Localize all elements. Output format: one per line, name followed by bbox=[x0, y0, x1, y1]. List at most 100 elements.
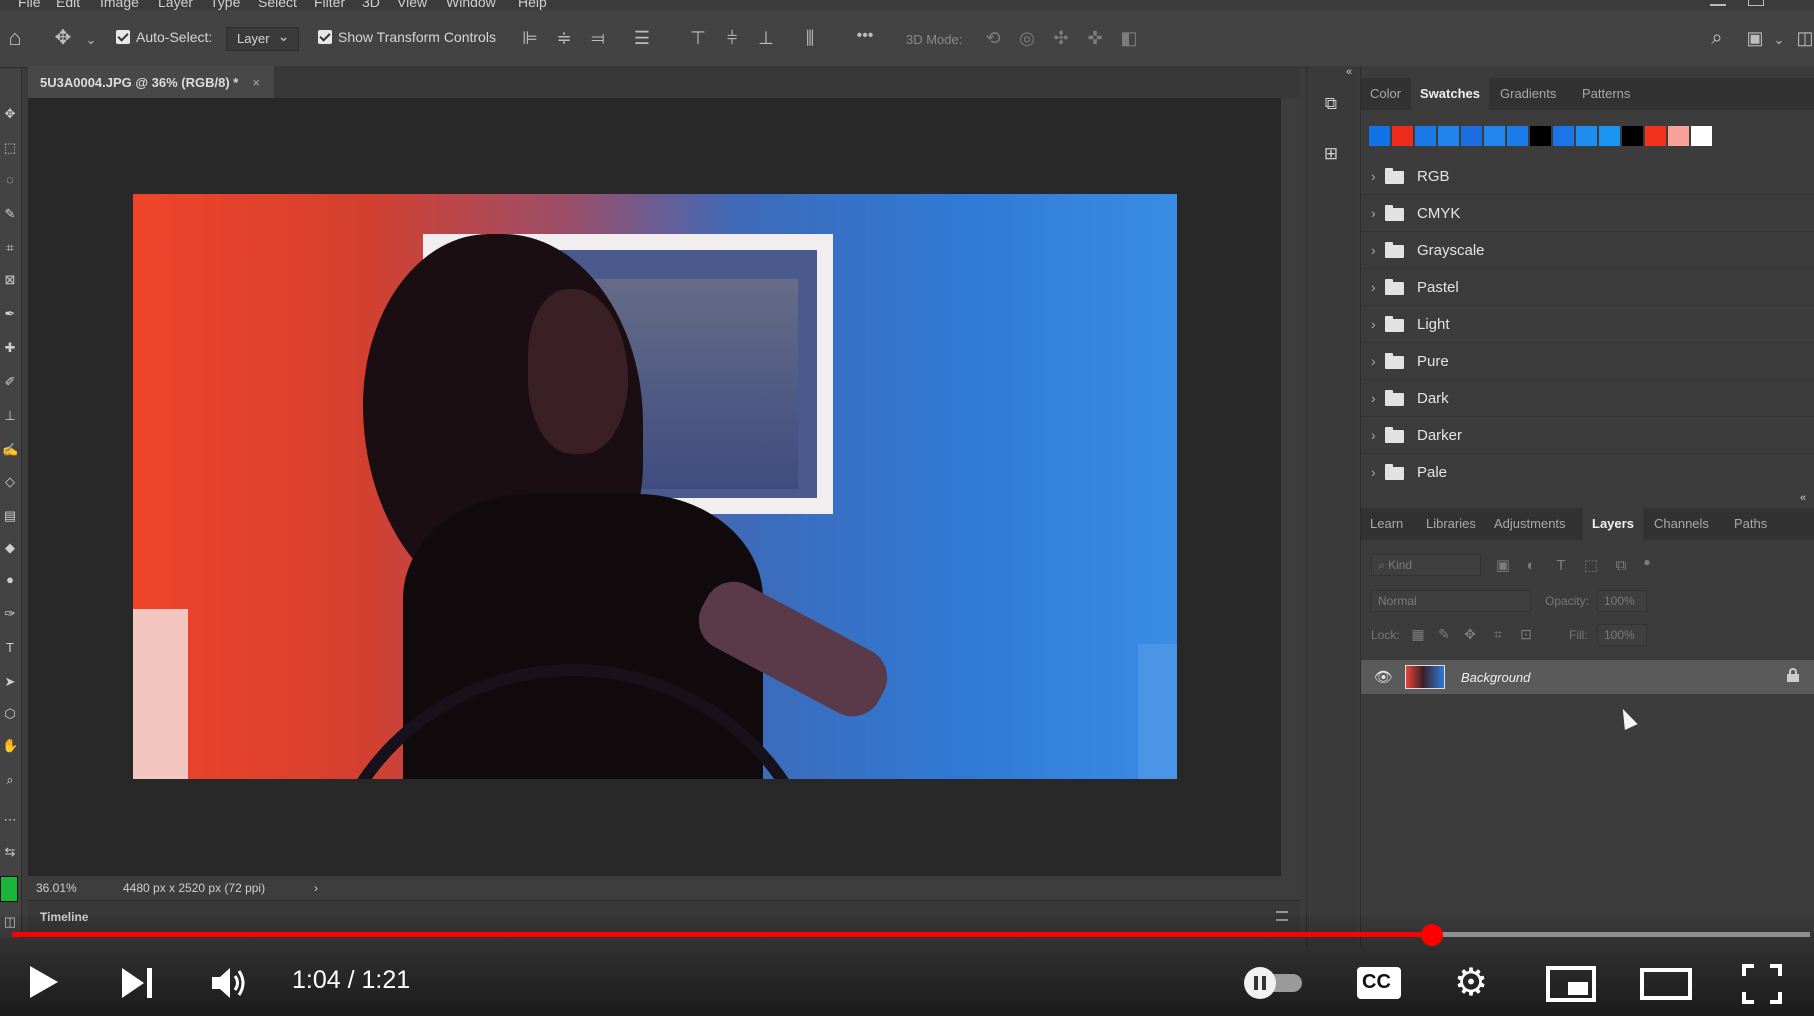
filter-toggle-icon[interactable]: ● bbox=[1637, 552, 1657, 572]
type-tool-icon[interactable]: T bbox=[2, 640, 18, 656]
move-tool-icon[interactable]: ✥ bbox=[2, 106, 18, 122]
fullscreen-icon[interactable] bbox=[1742, 964, 1782, 1004]
crop-tool-icon[interactable]: ⌗ bbox=[2, 240, 18, 256]
chevron-right-icon[interactable]: › bbox=[1371, 464, 1376, 480]
tab-color[interactable]: Color bbox=[1361, 78, 1410, 110]
properties-panel-icon[interactable]: ⊞ bbox=[1319, 142, 1343, 166]
lock-artboard-icon[interactable]: ⌗ bbox=[1489, 624, 1507, 644]
smart-object-filter-icon[interactable]: ⧉ bbox=[1611, 556, 1631, 576]
minimize-icon[interactable] bbox=[1710, 0, 1726, 6]
show-transform-checkbox[interactable]: Show Transform Controls bbox=[318, 22, 496, 52]
lock-all-icon[interactable]: ⊡ bbox=[1517, 624, 1535, 644]
collapse-chevron-icon[interactable]: « bbox=[1791, 486, 1814, 510]
close-icon[interactable]: × bbox=[252, 75, 260, 90]
align-middle-icon[interactable]: ⫩ bbox=[722, 28, 742, 48]
move-tool-icon[interactable]: ✥ bbox=[52, 28, 74, 48]
distribute-icon[interactable]: ☰ bbox=[632, 28, 652, 48]
tab-channels[interactable]: Channels bbox=[1645, 508, 1718, 540]
workspace-icon[interactable]: ▣ bbox=[1744, 28, 1766, 48]
healing-brush-tool-icon[interactable]: ✚ bbox=[2, 340, 18, 356]
menu-view[interactable]: View bbox=[397, 0, 427, 10]
chevron-right-icon[interactable]: › bbox=[1371, 168, 1376, 184]
quick-select-tool-icon[interactable]: ✎ bbox=[2, 206, 18, 222]
color-swatch[interactable] bbox=[1576, 126, 1597, 146]
status-menu-arrow-icon[interactable]: › bbox=[314, 881, 318, 895]
pen-tool-icon[interactable]: ✑ bbox=[2, 606, 18, 622]
color-swatch[interactable] bbox=[1415, 126, 1436, 146]
layer-name[interactable]: Background bbox=[1461, 670, 1530, 685]
dodge-tool-icon[interactable]: ● bbox=[2, 572, 18, 588]
swatch-group-light[interactable]: › Light bbox=[1361, 306, 1814, 343]
3d-camera-icon[interactable]: ◧ bbox=[1118, 28, 1140, 48]
tab-swatches[interactable]: Swatches bbox=[1411, 78, 1489, 110]
layer-kind-filter[interactable]: ⌕ Kind bbox=[1371, 554, 1481, 576]
menu-type[interactable]: Type bbox=[210, 0, 240, 10]
eraser-tool-icon[interactable]: ◇ bbox=[2, 474, 18, 490]
foreground-color-swatch[interactable] bbox=[0, 876, 18, 902]
align-top-icon[interactable]: ⊤ bbox=[688, 28, 708, 48]
color-swatch[interactable] bbox=[1668, 126, 1689, 146]
menu-edit[interactable]: Edit bbox=[56, 0, 80, 10]
color-swatch[interactable] bbox=[1507, 126, 1528, 146]
blend-mode-dropdown[interactable]: Normal bbox=[1371, 590, 1531, 612]
lock-image-icon[interactable]: ✎ bbox=[1435, 624, 1453, 644]
color-swatch[interactable] bbox=[1369, 126, 1390, 146]
swatch-group-cmyk[interactable]: › CMYK bbox=[1361, 195, 1814, 232]
collapse-chevron-icon[interactable]: « bbox=[1337, 60, 1361, 84]
3d-slide-icon[interactable]: ✜ bbox=[1084, 28, 1106, 48]
auto-select-dropdown[interactable]: Layer bbox=[226, 25, 299, 51]
path-select-tool-icon[interactable]: ➤ bbox=[2, 674, 18, 690]
color-swatch[interactable] bbox=[1622, 126, 1643, 146]
align-right-icon[interactable]: ⫤ bbox=[588, 28, 608, 48]
color-swatch[interactable] bbox=[1530, 126, 1551, 146]
edit-toolbar-icon[interactable]: ⋯ bbox=[2, 812, 18, 828]
tab-layers[interactable]: Layers bbox=[1583, 508, 1643, 540]
3d-roll-icon[interactable]: ◎ bbox=[1016, 28, 1038, 48]
color-swatch[interactable] bbox=[1484, 126, 1505, 146]
tab-learn[interactable]: Learn bbox=[1361, 508, 1412, 540]
brush-tool-icon[interactable]: ✐ bbox=[2, 374, 18, 390]
tool-preset-chevron-icon[interactable]: ⌄ bbox=[84, 30, 98, 50]
menu-image[interactable]: Image bbox=[100, 0, 139, 10]
chevron-right-icon[interactable]: › bbox=[1371, 353, 1376, 369]
auto-select-checkbox[interactable]: Auto-Select: bbox=[116, 22, 212, 52]
color-swatch[interactable] bbox=[1645, 126, 1666, 146]
shape-filter-icon[interactable]: ⬚ bbox=[1581, 556, 1601, 576]
shape-tool-icon[interactable]: ⬡ bbox=[2, 706, 18, 722]
chevron-right-icon[interactable]: › bbox=[1371, 316, 1376, 332]
blur-tool-icon[interactable]: ◆ bbox=[2, 540, 18, 556]
search-icon[interactable]: ⌕ bbox=[1706, 28, 1728, 48]
document-tab[interactable]: 5U3A0004.JPG @ 36% (RGB/8) * × bbox=[28, 66, 274, 98]
color-swatch[interactable] bbox=[1438, 126, 1459, 146]
color-swatch[interactable] bbox=[1599, 126, 1620, 146]
menu-select[interactable]: Select bbox=[258, 0, 297, 10]
menu-help[interactable]: Help bbox=[518, 0, 547, 10]
share-icon[interactable]: ◫ bbox=[1796, 28, 1814, 48]
color-swatch[interactable] bbox=[1553, 126, 1574, 146]
swatch-group-grayscale[interactable]: › Grayscale bbox=[1361, 232, 1814, 269]
autoplay-toggle-icon[interactable] bbox=[1240, 966, 1306, 1000]
lock-icon[interactable] bbox=[1787, 668, 1799, 682]
gradient-tool-icon[interactable]: ▤ bbox=[2, 508, 18, 524]
progress-bar[interactable] bbox=[12, 924, 1810, 946]
chevron-right-icon[interactable]: › bbox=[1371, 205, 1376, 221]
volume-icon[interactable] bbox=[210, 964, 250, 1002]
miniplayer-icon[interactable] bbox=[1546, 966, 1596, 1002]
3d-pan-icon[interactable]: ✣ bbox=[1050, 28, 1072, 48]
eye-icon[interactable]: 👁 bbox=[1374, 668, 1393, 686]
chevron-right-icon[interactable]: › bbox=[1371, 427, 1376, 443]
layer-row[interactable]: 👁 Background bbox=[1361, 660, 1814, 694]
fill-field[interactable]: 100% bbox=[1597, 624, 1647, 646]
menu-layer[interactable]: Layer bbox=[158, 0, 193, 10]
captions-icon[interactable]: CC bbox=[1356, 966, 1402, 1000]
align-bottom-icon[interactable]: ⊥ bbox=[756, 28, 776, 48]
swatch-group-rgb[interactable]: › RGB bbox=[1361, 158, 1814, 195]
menu-filter[interactable]: Filter bbox=[314, 0, 345, 10]
swap-colors-icon[interactable]: ⇆ bbox=[2, 844, 18, 860]
distribute-vertical-icon[interactable]: ⫼ bbox=[800, 28, 820, 48]
chevron-right-icon[interactable]: › bbox=[1371, 390, 1376, 406]
tab-gradients[interactable]: Gradients bbox=[1491, 78, 1565, 110]
maximize-icon[interactable] bbox=[1748, 0, 1764, 6]
swatch-group-pastel[interactable]: › Pastel bbox=[1361, 269, 1814, 306]
menu-file[interactable]: File bbox=[18, 0, 41, 10]
